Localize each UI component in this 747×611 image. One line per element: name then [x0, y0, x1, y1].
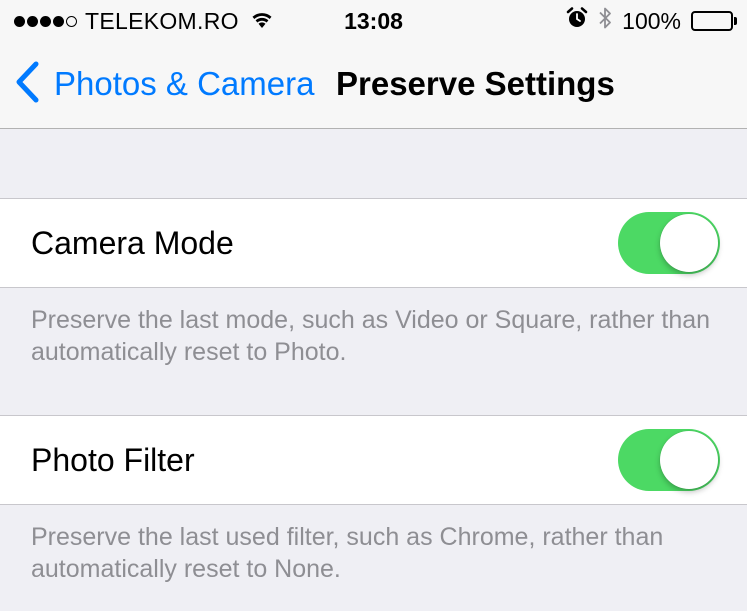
camera-mode-toggle[interactable]	[618, 212, 720, 274]
setting-label: Camera Mode	[31, 225, 234, 261]
photo-filter-toggle[interactable]	[618, 429, 720, 491]
setting-row-camera-mode: Camera Mode	[0, 198, 747, 288]
setting-footer: Preserve the last used filter, such as C…	[31, 523, 664, 583]
status-bar: TELEKOM.RO 13:08 100%	[0, 0, 747, 40]
battery-percentage: 100%	[622, 7, 681, 34]
page-title: Preserve Settings	[336, 65, 615, 102]
setting-row-photo-filter: Photo Filter	[0, 415, 747, 505]
toggle-knob	[660, 431, 718, 489]
navigation-bar: Photos & Camera Preserve Settings	[0, 40, 747, 129]
back-button-label: Photos & Camera	[54, 65, 315, 102]
chevron-left-icon	[14, 61, 40, 108]
toggle-knob	[660, 214, 718, 272]
status-right: 100%	[566, 7, 737, 35]
setting-label: Photo Filter	[31, 442, 195, 478]
alarm-icon	[566, 7, 588, 35]
setting-footer: Preserve the last mode, such as Video or…	[31, 306, 711, 366]
bluetooth-icon	[598, 6, 612, 36]
back-button[interactable]: Photos & Camera	[14, 61, 315, 108]
battery-icon	[691, 11, 737, 31]
